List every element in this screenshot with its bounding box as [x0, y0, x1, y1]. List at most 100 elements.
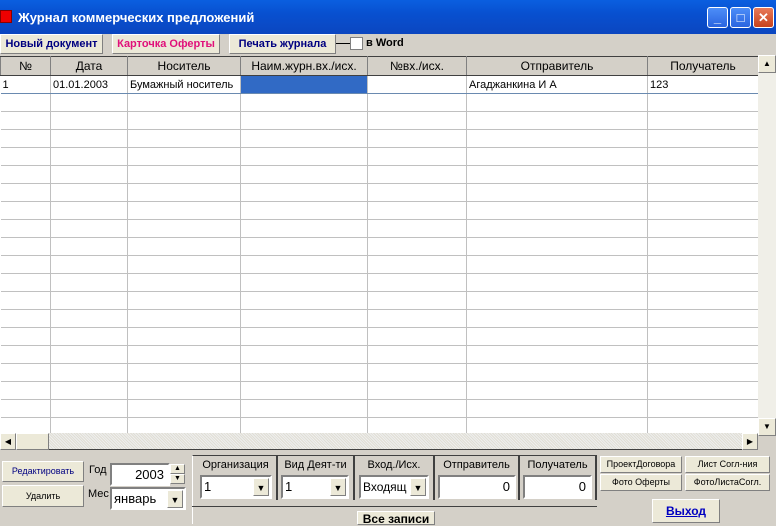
- table-row[interactable]: [0, 327, 758, 346]
- table-cell[interactable]: [367, 363, 467, 382]
- table-cell[interactable]: [240, 399, 368, 418]
- table-cell[interactable]: [127, 399, 241, 418]
- chevron-down-icon[interactable]: ▼: [330, 478, 346, 496]
- table-row[interactable]: [0, 363, 758, 382]
- table-cell[interactable]: [466, 399, 648, 418]
- table-row[interactable]: [0, 201, 758, 220]
- table-cell[interactable]: [466, 129, 648, 148]
- table-cell[interactable]: [0, 345, 51, 364]
- table-cell[interactable]: [367, 345, 467, 364]
- scroll-left-icon[interactable]: ◀: [0, 433, 16, 450]
- recipient-input[interactable]: 0: [523, 475, 592, 499]
- in-word-checkbox[interactable]: [350, 37, 363, 50]
- table-cell[interactable]: [127, 93, 241, 112]
- table-row[interactable]: [0, 273, 758, 292]
- table-cell[interactable]: [50, 237, 128, 256]
- table-cell[interactable]: [367, 165, 467, 184]
- table-cell[interactable]: [466, 219, 648, 238]
- table-cell[interactable]: [240, 165, 368, 184]
- table-cell[interactable]: [0, 291, 51, 310]
- table-cell[interactable]: [50, 291, 128, 310]
- table-cell[interactable]: [466, 93, 648, 112]
- table-cell[interactable]: [0, 219, 51, 238]
- table-cell[interactable]: [240, 75, 368, 94]
- table-row[interactable]: [0, 345, 758, 364]
- table-cell[interactable]: [240, 201, 368, 220]
- contract-draft-button[interactable]: ПроектДоговора: [600, 456, 682, 473]
- table-cell[interactable]: [240, 219, 368, 238]
- table-cell[interactable]: [240, 291, 368, 310]
- table-cell[interactable]: [367, 309, 467, 328]
- table-cell[interactable]: [50, 399, 128, 418]
- table-cell[interactable]: [367, 327, 467, 346]
- column-header[interactable]: №вх./исх.: [367, 56, 467, 76]
- offer-photo-button[interactable]: Фото Оферты: [600, 474, 682, 491]
- table-cell[interactable]: [0, 255, 51, 274]
- table-cell[interactable]: [240, 273, 368, 292]
- column-header[interactable]: №: [0, 56, 51, 76]
- table-cell[interactable]: 1: [0, 75, 51, 94]
- year-up-icon[interactable]: ▲: [170, 464, 185, 474]
- table-cell[interactable]: [0, 309, 51, 328]
- table-cell[interactable]: [240, 93, 368, 112]
- table-cell[interactable]: [240, 345, 368, 364]
- table-cell[interactable]: [50, 345, 128, 364]
- table-cell[interactable]: [50, 381, 128, 400]
- exit-button[interactable]: Выход: [652, 499, 720, 523]
- table-cell[interactable]: [647, 183, 758, 202]
- table-cell[interactable]: [240, 327, 368, 346]
- table-cell[interactable]: [50, 309, 128, 328]
- table-cell[interactable]: [466, 237, 648, 256]
- table-cell[interactable]: [466, 111, 648, 130]
- direction-select[interactable]: Входящ ▼: [359, 475, 429, 499]
- chevron-down-icon[interactable]: ▼: [410, 478, 426, 496]
- table-cell[interactable]: [647, 291, 758, 310]
- table-cell[interactable]: [647, 309, 758, 328]
- table-cell[interactable]: [240, 129, 368, 148]
- table-cell[interactable]: [50, 417, 128, 433]
- org-select[interactable]: 1 ▼: [200, 475, 272, 499]
- table-cell[interactable]: [367, 201, 467, 220]
- table-cell[interactable]: [367, 129, 467, 148]
- table-cell[interactable]: [367, 75, 467, 94]
- table-cell[interactable]: [466, 147, 648, 166]
- table-cell[interactable]: [647, 345, 758, 364]
- table-cell[interactable]: [466, 417, 648, 433]
- table-cell[interactable]: [0, 273, 51, 292]
- table-cell[interactable]: [0, 327, 51, 346]
- print-journal-button[interactable]: Печать журнала: [229, 34, 336, 54]
- column-header[interactable]: Получатель: [647, 56, 758, 76]
- column-header[interactable]: Дата: [50, 56, 128, 76]
- table-cell[interactable]: [647, 147, 758, 166]
- all-records-tab[interactable]: Все записи: [357, 511, 435, 526]
- table-cell[interactable]: [50, 129, 128, 148]
- column-header[interactable]: Наим.журн.вх./исх.: [240, 56, 368, 76]
- table-cell[interactable]: [367, 399, 467, 418]
- table-cell[interactable]: [466, 291, 648, 310]
- table-cell[interactable]: [466, 309, 648, 328]
- scroll-right-icon[interactable]: ▶: [742, 433, 758, 450]
- table-cell[interactable]: [0, 417, 51, 433]
- sender-input[interactable]: 0: [438, 475, 516, 499]
- table-cell[interactable]: [127, 417, 241, 433]
- table-cell[interactable]: [127, 363, 241, 382]
- table-cell[interactable]: [240, 381, 368, 400]
- table-cell[interactable]: [466, 327, 648, 346]
- table-row[interactable]: [0, 165, 758, 184]
- table-cell[interactable]: [367, 255, 467, 274]
- table-cell[interactable]: [466, 381, 648, 400]
- table-cell[interactable]: [0, 201, 51, 220]
- table-cell[interactable]: [50, 255, 128, 274]
- table-cell[interactable]: [367, 147, 467, 166]
- table-cell[interactable]: [647, 219, 758, 238]
- table-cell[interactable]: [647, 417, 758, 433]
- table-cell[interactable]: [466, 183, 648, 202]
- maximize-button[interactable]: □: [730, 7, 751, 28]
- table-cell[interactable]: [367, 111, 467, 130]
- table-cell[interactable]: [127, 165, 241, 184]
- column-header[interactable]: Отправитель: [466, 56, 648, 76]
- table-cell[interactable]: [647, 399, 758, 418]
- table-cell[interactable]: [127, 291, 241, 310]
- table-row[interactable]: [0, 147, 758, 166]
- offer-card-button[interactable]: Карточка Оферты: [112, 34, 220, 54]
